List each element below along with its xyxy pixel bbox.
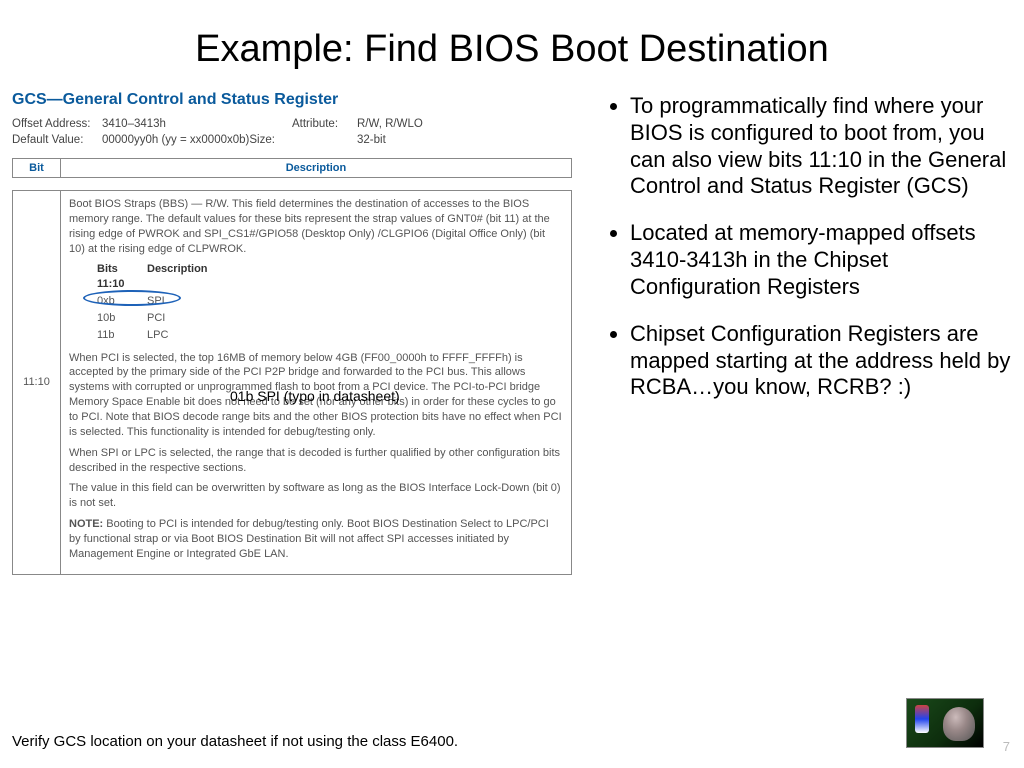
bits-value: 11b bbox=[87, 328, 147, 343]
desc-intro: Boot BIOS Straps (BBS) — R/W. This field… bbox=[69, 197, 563, 256]
col-bit: Bit bbox=[13, 159, 61, 178]
register-table-body: 11:10 Boot BIOS Straps (BBS) — R/W. This… bbox=[12, 190, 572, 575]
desc-p2: When SPI or LPC is selected, the range t… bbox=[69, 446, 563, 476]
desc-note: NOTE: Booting to PCI is intended for deb… bbox=[69, 517, 563, 562]
offset-label: Offset Address: bbox=[12, 117, 102, 133]
register-name: GCS—General Control and Status Register bbox=[12, 91, 572, 109]
bullet-item: Chipset Configuration Registers are mapp… bbox=[630, 321, 1012, 401]
bits-subtable: Bits 11:10 Description 0xb SPI 10b PCI bbox=[87, 262, 563, 342]
col-description: Description bbox=[61, 159, 572, 178]
bit-description: Boot BIOS Straps (BBS) — R/W. This field… bbox=[61, 191, 572, 575]
bit-range: 11:10 bbox=[13, 191, 61, 575]
attribute-label: Attribute: bbox=[292, 117, 357, 133]
size-label: Size: bbox=[249, 134, 275, 146]
page-number: 7 bbox=[1003, 739, 1010, 754]
bullet-item: Located at memory-mapped offsets 3410-34… bbox=[630, 220, 1012, 300]
bits-header-a: Bits 11:10 bbox=[87, 262, 147, 292]
bits-desc: PCI bbox=[147, 311, 207, 326]
bits-header-b: Description bbox=[147, 262, 207, 292]
footer-note: Verify GCS location on your datasheet if… bbox=[12, 733, 458, 750]
decorative-image bbox=[906, 698, 984, 748]
slide-body: GCS—General Control and Status Register … bbox=[0, 91, 1024, 575]
slide-title: Example: Find BIOS Boot Destination bbox=[0, 0, 1024, 91]
offset-value: 3410–3413h bbox=[102, 117, 292, 133]
desc-p3: The value in this field can be overwritt… bbox=[69, 481, 563, 511]
bullet-item: To programmatically find where your BIOS… bbox=[630, 93, 1012, 200]
typo-annotation: 01b SPI (typo in datasheet) bbox=[230, 388, 400, 404]
register-meta: Offset Address: 3410–3413h Attribute: R/… bbox=[12, 117, 572, 148]
datasheet-excerpt: GCS—General Control and Status Register … bbox=[12, 91, 582, 575]
bullet-list: To programmatically find where your BIOS… bbox=[582, 91, 1012, 575]
bits-desc: LPC bbox=[147, 328, 207, 343]
register-table: Bit Description bbox=[12, 158, 572, 178]
bits-value: 10b bbox=[87, 311, 147, 326]
attribute-value: R/W, R/WLO bbox=[357, 117, 423, 133]
default-label: Default Value: bbox=[12, 133, 102, 149]
highlight-circle bbox=[83, 290, 181, 306]
default-value: 00000yy0h (yy = xx0000x0b) bbox=[102, 134, 249, 146]
size-value: 32-bit bbox=[357, 133, 386, 149]
